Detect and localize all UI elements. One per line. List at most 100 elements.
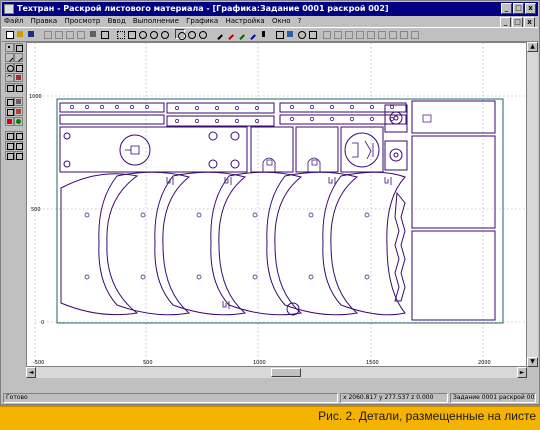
caption-top-rule (0, 405, 540, 407)
menu-settings[interactable]: Настройка (225, 16, 264, 27)
tool-i-icon[interactable] (409, 29, 419, 39)
y-label-0: 0 (41, 320, 44, 326)
rect-tool-icon[interactable] (14, 63, 23, 72)
pencil-red-icon[interactable] (224, 29, 234, 40)
tool-e-icon[interactable] (365, 29, 375, 39)
tool-g-icon[interactable] (387, 29, 397, 39)
save-icon[interactable] (26, 29, 36, 39)
x-label-1500: 1500 (366, 360, 379, 366)
node-tool-icon[interactable] (14, 43, 23, 52)
tool-c-icon[interactable] (343, 29, 353, 39)
tool-f-icon[interactable] (376, 29, 386, 39)
title-bar[interactable]: Техтран - Раскрой листового материала - … (2, 2, 538, 16)
run-tool-icon[interactable] (5, 141, 14, 150)
tool-h-icon[interactable] (398, 29, 408, 39)
pencil-green-icon[interactable] (235, 29, 245, 40)
sheet-tool-icon[interactable] (5, 97, 14, 106)
zoom-all-icon[interactable] (175, 29, 186, 40)
preview-icon[interactable] (99, 29, 109, 39)
layers-icon[interactable] (285, 29, 295, 39)
rotate-icon[interactable] (296, 29, 306, 39)
pointer-icon[interactable] (260, 29, 270, 39)
part-small-1 (384, 104, 408, 133)
select-icon[interactable] (274, 29, 284, 39)
grid-icon[interactable] (115, 29, 125, 39)
tool-a-icon[interactable] (321, 29, 331, 39)
scroll-up-icon[interactable]: ▲ (527, 42, 538, 52)
red-marker-icon[interactable] (5, 117, 14, 126)
import-tool-icon[interactable] (14, 151, 23, 160)
tool-d-icon[interactable] (354, 29, 364, 39)
path-tool-icon[interactable] (5, 131, 14, 140)
table-icon[interactable] (126, 29, 136, 39)
cut-icon[interactable] (42, 29, 52, 39)
line-tool-icon[interactable] (5, 53, 14, 62)
scroll-left-icon[interactable]: ◄ (26, 367, 36, 378)
x-label-500: 500 (143, 360, 153, 366)
mirror-icon[interactable] (307, 29, 317, 39)
print-icon[interactable] (88, 29, 98, 39)
menu-run[interactable]: Выполнение (133, 16, 179, 27)
close-button[interactable]: x (525, 3, 536, 14)
menu-help[interactable]: ? (298, 16, 302, 27)
app-icon[interactable] (4, 4, 14, 14)
window-controls: _ □ x (501, 3, 536, 14)
tool-b-icon[interactable] (332, 29, 342, 39)
part-emblem (344, 132, 380, 168)
circle-tool-icon[interactable] (5, 63, 14, 72)
app-window: Техтран - Раскрой листового материала - … (0, 0, 540, 405)
part-panel-bottom (411, 230, 496, 321)
y-label-500: 500 (31, 207, 41, 213)
arc-tool-icon[interactable] (5, 73, 14, 82)
part-small-2 (384, 140, 408, 171)
part-tool-icon[interactable] (14, 83, 23, 92)
pencil-blue-icon[interactable] (246, 29, 256, 40)
figure-caption-band: Рис. 2. Детали, размещенные на листе (0, 405, 540, 430)
nested-parts (59, 100, 496, 321)
zoom-in-icon[interactable] (148, 29, 158, 39)
export-tool-icon[interactable] (5, 151, 14, 160)
horizontal-scroll-thumb[interactable] (271, 368, 301, 377)
green-marker-icon[interactable] (14, 117, 23, 126)
menu-window[interactable]: Окно (272, 16, 291, 27)
vertical-scrollbar[interactable]: ▲ ▼ (527, 42, 538, 367)
maximize-button[interactable]: □ (513, 3, 524, 14)
drawing-canvas[interactable]: 1000 500 0 -500 500 1000 1500 2000 (26, 42, 527, 367)
paste-icon[interactable] (64, 29, 74, 39)
zoom-prev-icon[interactable] (186, 29, 196, 39)
stop-tool-icon[interactable] (14, 141, 23, 150)
fill-tool-icon[interactable] (14, 73, 23, 82)
horizontal-scrollbar[interactable]: ◄ ► (26, 367, 527, 378)
figure-caption: Рис. 2. Детали, размещенные на листе (318, 409, 536, 423)
contour-tool-icon[interactable] (5, 83, 14, 92)
menu-file[interactable]: Файл (4, 16, 23, 27)
pencil-icon[interactable] (213, 29, 223, 40)
polyline-tool-icon[interactable] (14, 53, 23, 62)
open-folder-icon[interactable] (15, 29, 25, 39)
scroll-right-icon[interactable]: ► (517, 367, 527, 378)
status-bar: Готово x 2060.817 y 277.537 z 0.000 Зада… (2, 393, 538, 404)
status-job: Задание 0001 раскрой 002.87 (450, 393, 536, 403)
zoom-window-icon[interactable] (137, 29, 147, 39)
menu-input[interactable]: Ввод (108, 16, 126, 27)
zoom-out-icon[interactable] (159, 29, 169, 39)
status-coordinates: x 2060.817 y 277.537 z 0.000 (340, 393, 448, 403)
new-file-icon[interactable] (4, 29, 14, 39)
y-label-1000: 1000 (29, 94, 42, 100)
scroll-down-icon[interactable]: ▼ (527, 357, 538, 367)
nest-tool-icon[interactable] (14, 97, 23, 106)
menu-edit[interactable]: Правка (31, 16, 58, 27)
path-edit-icon[interactable] (14, 131, 23, 140)
undo-icon[interactable] (75, 29, 85, 39)
color-tool-icon[interactable] (14, 107, 23, 116)
minimize-button[interactable]: _ (501, 3, 512, 14)
zoom-fit-icon[interactable] (197, 29, 207, 39)
point-tool-icon[interactable] (5, 43, 14, 52)
list-tool-icon[interactable] (5, 107, 14, 116)
status-ready: Готово (3, 393, 338, 403)
copy-icon[interactable] (53, 29, 63, 39)
menu-view[interactable]: Просмотр (64, 16, 100, 27)
part-sector-2 (98, 171, 191, 316)
menu-graphics[interactable]: Графика (186, 16, 218, 27)
part-strip-6 (279, 114, 407, 125)
